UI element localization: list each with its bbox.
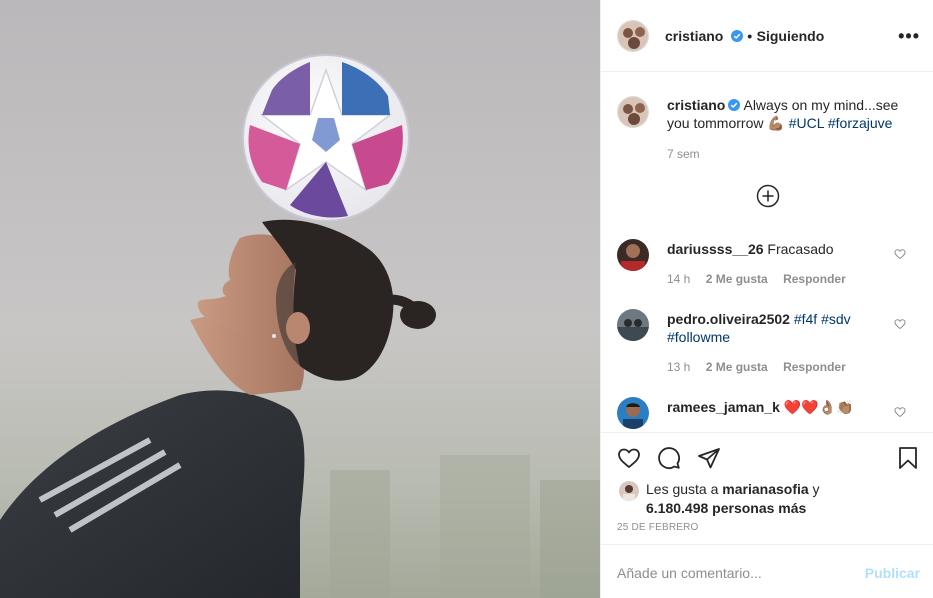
avatar-image-icon (617, 239, 649, 271)
separator-dot: • (747, 28, 753, 44)
follow-status-button[interactable]: Siguiendo (757, 28, 825, 44)
avatar-image-icon (617, 309, 649, 341)
hashtag-f4f[interactable]: #f4f (794, 311, 817, 327)
comment-text: ❤️❤️👌🏽👏🏽 (783, 399, 854, 415)
avatar-image-icon (619, 481, 639, 501)
comment-time[interactable]: 14 h (667, 272, 690, 286)
more-options-icon[interactable]: ••• (898, 26, 920, 47)
reply-button[interactable]: Responder (783, 272, 846, 286)
caption-username[interactable]: cristiano (667, 97, 725, 113)
post-photo[interactable] (0, 0, 600, 598)
photo-illustration (0, 0, 600, 598)
liker-username[interactable]: marianasofia (722, 481, 808, 497)
post-header: cristiano • Siguiendo ••• (601, 0, 933, 72)
author-avatar[interactable] (617, 20, 649, 52)
commenter-avatar[interactable] (617, 239, 649, 271)
comment-input[interactable] (617, 563, 857, 583)
comment-time[interactable]: 13 h (667, 360, 690, 374)
comment-likes[interactable]: 2 Me gusta (706, 272, 768, 286)
avatar-image-icon (618, 97, 648, 127)
comment-item: dariussss__26 Fracasado (667, 240, 882, 258)
caption-avatar[interactable] (617, 96, 649, 128)
comment-item: pedro.oliveira2502 #f4f #sdv #followme (667, 310, 882, 346)
plus-circle-icon[interactable] (756, 184, 780, 208)
post-details-panel: cristiano • Siguiendo ••• cristiano Alwa… (600, 0, 933, 598)
commenter-avatar[interactable] (617, 309, 649, 341)
hashtag-followme[interactable]: #followme (667, 329, 730, 345)
comment-item: ramees_jaman_k ❤️❤️👌🏽👏🏽 (667, 398, 882, 428)
hashtag-forzajuve[interactable]: #forzajuve (828, 115, 893, 131)
comment-composer: Publicar (601, 544, 933, 598)
caption: cristiano Always on my mind...see you to… (667, 96, 912, 132)
likes-summary: Les gusta a marianasofia y 6.180.498 per… (646, 480, 906, 518)
comment-likes[interactable]: 2 Me gusta (706, 360, 768, 374)
publish-button[interactable]: Publicar (865, 565, 920, 581)
likes-prefix: Les gusta a (646, 481, 719, 497)
post-actions: Les gusta a marianasofia y 6.180.498 per… (601, 432, 933, 544)
post-date[interactable]: 25 DE FEBRERO (617, 522, 699, 533)
comment-like-heart-icon[interactable] (894, 248, 906, 260)
heart-icon[interactable] (617, 446, 641, 470)
comment-like-heart-icon[interactable] (894, 406, 906, 418)
avatar-image-icon (617, 397, 649, 429)
liker-avatar[interactable] (619, 481, 639, 501)
avatar-image-icon (618, 21, 648, 51)
likes-joiner: y (812, 481, 820, 497)
comment-meta: 13 h 2 Me gusta Responder (667, 360, 858, 374)
caption-emoji: 💪🏽 (767, 115, 785, 131)
caption-time[interactable]: 7 sem (667, 147, 700, 161)
hashtag-ucl[interactable]: #UCL (789, 115, 824, 131)
author-line: cristiano • Siguiendo (665, 28, 824, 46)
reply-button[interactable]: Responder (783, 360, 846, 374)
comment-username[interactable]: ramees_jaman_k (667, 399, 780, 415)
bookmark-icon[interactable] (896, 446, 920, 470)
commenter-avatar[interactable] (617, 397, 649, 429)
comment-username[interactable]: dariussss__26 (667, 241, 764, 257)
football-illustration (242, 54, 410, 222)
comment-icon[interactable] (657, 446, 681, 470)
verified-badge-icon (730, 30, 743, 42)
comment-like-heart-icon[interactable] (894, 318, 906, 330)
likes-count[interactable]: 6.180.498 personas más (646, 500, 806, 516)
comment-meta: 14 h 2 Me gusta Responder (667, 272, 858, 286)
verified-badge-icon (728, 99, 741, 111)
share-icon[interactable] (697, 446, 721, 470)
hashtag-sdv[interactable]: #sdv (821, 311, 851, 327)
comment-username[interactable]: pedro.oliveira2502 (667, 311, 790, 327)
author-username[interactable]: cristiano (665, 28, 723, 44)
comment-text: Fracasado (767, 241, 834, 257)
